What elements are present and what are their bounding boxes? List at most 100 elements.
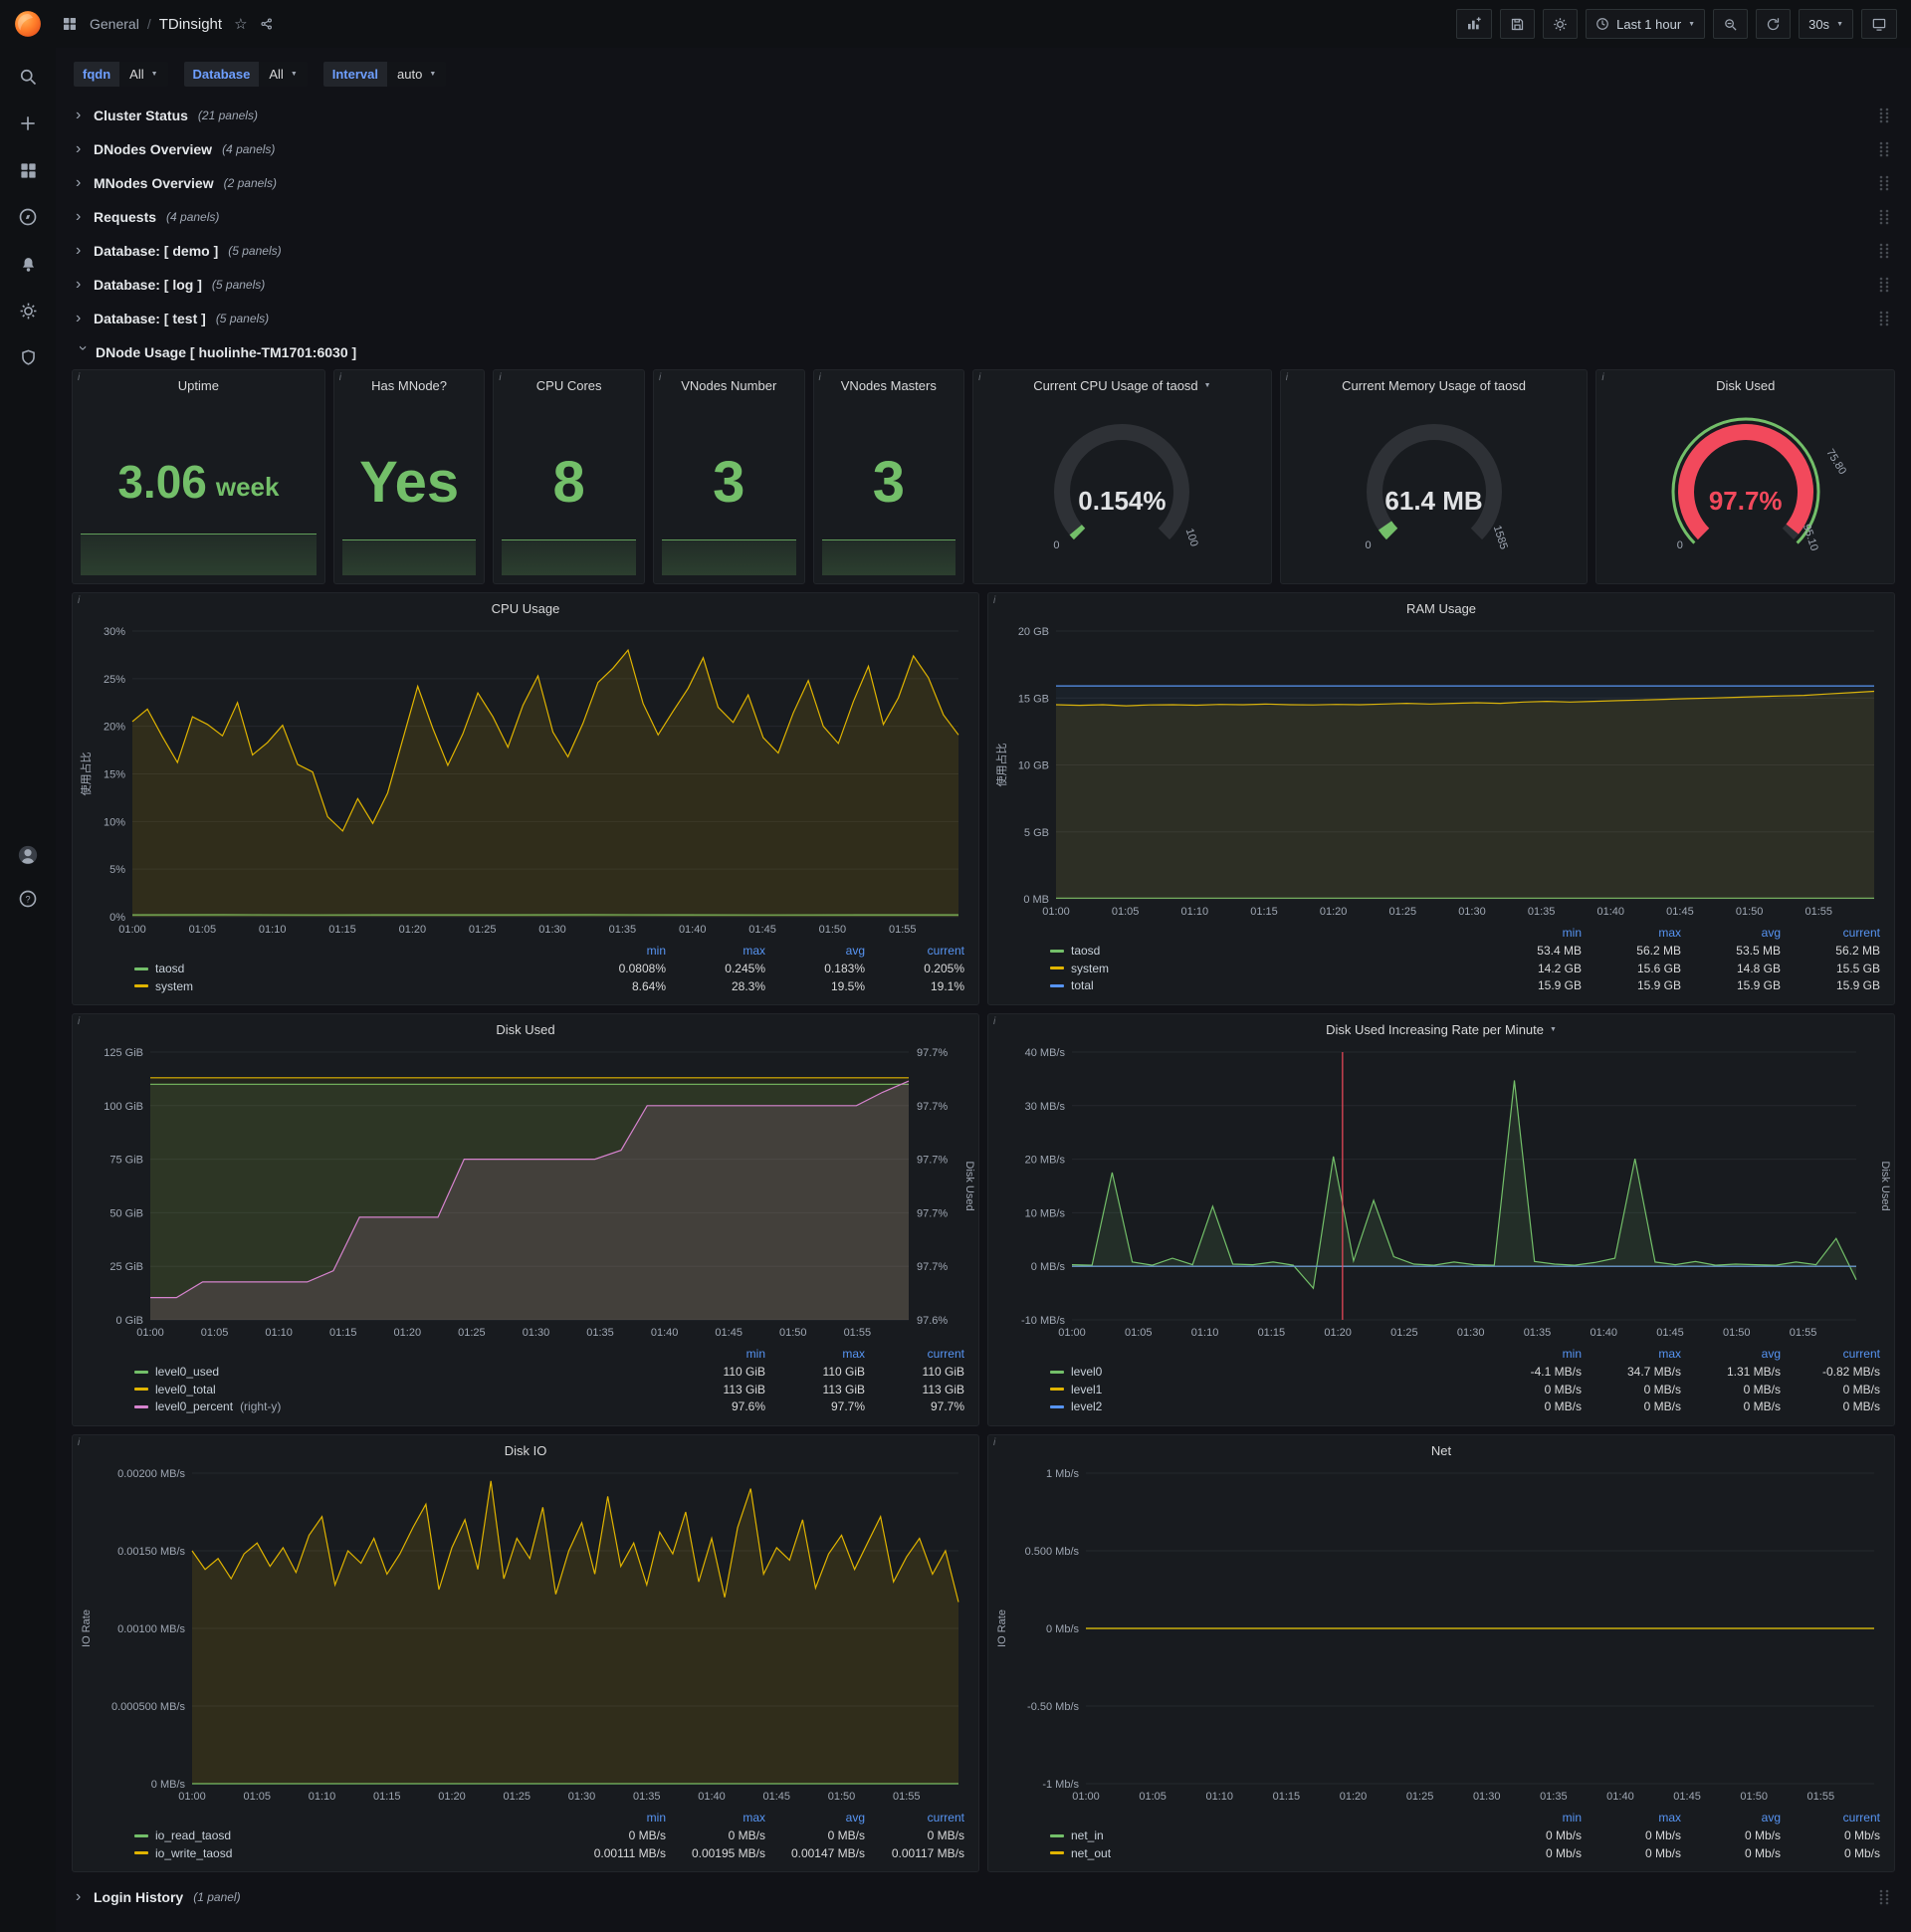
panel-info-icon[interactable]: i — [993, 595, 995, 606]
chart-plot[interactable]: -1 Mb/s -0.50 Mb/s 0 Mb/s 0.500 Mb/s 1 Mb/s 0… — [992, 1465, 1890, 1806]
help-icon[interactable]: ? — [17, 888, 39, 910]
breadcrumb-dashboard[interactable]: TDinsight — [159, 16, 222, 33]
legend-col-min[interactable]: min — [566, 943, 666, 960]
panel-header[interactable]: RAM Usage — [988, 593, 1894, 623]
legend-series-io-read-taosd[interactable]: io_read_taosd — [134, 1827, 566, 1844]
zoom-out-button[interactable] — [1713, 9, 1749, 39]
dashboard-row-mnodes-overview[interactable]: › MNodes Overview (2 panels) — [72, 166, 1895, 200]
panel-info-icon[interactable]: i — [659, 372, 661, 383]
variable-value-dropdown[interactable]: auto ▼ — [387, 62, 447, 87]
legend-series-level0-percent[interactable]: level0_percent (right-y) — [134, 1398, 666, 1415]
legend-col-min[interactable]: min — [1482, 1810, 1582, 1826]
panel-info-icon[interactable]: i — [1601, 372, 1603, 383]
variable-value-dropdown[interactable]: All ▼ — [119, 62, 168, 87]
legend-col-avg[interactable]: avg — [1681, 1810, 1781, 1826]
legend-col-current[interactable]: current — [1781, 1810, 1880, 1826]
panel-info-icon[interactable]: i — [1286, 372, 1288, 383]
panel-header[interactable]: Current CPU Usage of taosd ▼ — [973, 370, 1271, 400]
legend-col-current[interactable]: current — [865, 1810, 964, 1826]
row-drag-handle[interactable] — [1877, 106, 1891, 125]
legend-col-min[interactable]: min — [566, 1810, 666, 1826]
legend-series-level0-used[interactable]: level0_used — [134, 1364, 666, 1381]
panel-header[interactable]: VNodes Masters — [814, 370, 964, 400]
legend-col-avg[interactable]: avg — [1681, 1346, 1781, 1363]
panel-info-icon[interactable]: i — [78, 595, 80, 606]
legend-col-avg[interactable]: avg — [1681, 925, 1781, 942]
legend-col-min[interactable]: min — [1482, 925, 1582, 942]
star-icon[interactable]: ☆ — [234, 15, 247, 33]
row-drag-handle[interactable] — [1877, 173, 1891, 193]
legend-series-taosd[interactable]: taosd — [134, 961, 566, 977]
legend-series-system[interactable]: system — [134, 978, 566, 995]
panel-info-icon[interactable]: i — [499, 372, 501, 383]
row-drag-handle[interactable] — [1877, 241, 1891, 261]
create-plus-icon[interactable] — [17, 112, 39, 134]
panel-info-icon[interactable]: i — [978, 372, 980, 383]
panel-header[interactable]: CPU Usage — [73, 593, 978, 623]
legend-series-level2[interactable]: level2 — [1050, 1398, 1482, 1415]
panel-header[interactable]: Disk Used Increasing Rate per Minute ▼ — [988, 1014, 1894, 1044]
legend-series-net-out[interactable]: net_out — [1050, 1845, 1482, 1862]
legend-col-min[interactable]: min — [1482, 1346, 1582, 1363]
dashboard-row-dnodes-overview[interactable]: › DNodes Overview (4 panels) — [72, 132, 1895, 166]
grafana-logo[interactable] — [0, 0, 56, 48]
panel-header[interactable]: VNodes Number — [654, 370, 804, 400]
dashboard-row-database-demo[interactable]: › Database: [ demo ] (5 panels) — [72, 234, 1895, 268]
dashboard-settings-button[interactable] — [1543, 9, 1579, 39]
search-icon[interactable] — [17, 66, 39, 88]
legend-series-io-write-taosd[interactable]: io_write_taosd — [134, 1845, 566, 1862]
dashboards-grid-icon[interactable] — [62, 16, 78, 32]
row-drag-handle[interactable] — [1877, 309, 1891, 328]
dashboard-row-login-history[interactable]: › Login History (1 panel) — [72, 1880, 1895, 1914]
explore-compass-icon[interactable] — [17, 206, 39, 228]
legend-series-taosd[interactable]: taosd — [1050, 943, 1482, 960]
panel-info-icon[interactable]: i — [78, 1016, 80, 1027]
legend-series-level0[interactable]: level0 — [1050, 1364, 1482, 1381]
user-avatar[interactable] — [17, 844, 39, 866]
dashboard-row-database-log[interactable]: › Database: [ log ] (5 panels) — [72, 268, 1895, 302]
legend-col-current[interactable]: current — [865, 1346, 964, 1363]
panel-header[interactable]: Current Memory Usage of taosd — [1281, 370, 1588, 400]
legend-series-total[interactable]: total — [1050, 977, 1482, 994]
legend-col-max[interactable]: max — [666, 1810, 765, 1826]
dashboard-row-cluster-status[interactable]: › Cluster Status (21 panels) — [72, 99, 1895, 132]
row-drag-handle[interactable] — [1877, 139, 1891, 159]
chart-plot[interactable]: 0% 5% 10% 15% 20% 25% 30% 01:00 01:05 01:10 01:15 0… — [77, 623, 974, 939]
breadcrumb-folder[interactable]: General — [90, 16, 139, 32]
panel-info-icon[interactable]: i — [993, 1437, 995, 1448]
row-drag-handle[interactable] — [1877, 275, 1891, 295]
legend-series-level0-total[interactable]: level0_total — [134, 1382, 666, 1398]
panel-info-icon[interactable]: i — [993, 1016, 995, 1027]
legend-col-max[interactable]: max — [1582, 1810, 1681, 1826]
dashboard-row-requests[interactable]: › Requests (4 panels) — [72, 200, 1895, 234]
dashboard-row-dnode-usage[interactable]: › DNode Usage [ huolinhe-TM1701:6030 ] — [72, 335, 1895, 369]
panel-header[interactable]: CPU Cores — [494, 370, 644, 400]
chart-plot[interactable]: 0 GiB 25 GiB 50 GiB 75 GiB 100 GiB 125 GiB 97.… — [77, 1044, 974, 1342]
row-drag-handle[interactable] — [1877, 207, 1891, 227]
legend-series-net-in[interactable]: net_in — [1050, 1827, 1482, 1844]
dashboards-icon[interactable] — [17, 159, 39, 181]
legend-col-min[interactable]: min — [666, 1346, 765, 1363]
legend-col-current[interactable]: current — [1781, 1346, 1880, 1363]
variable-value-dropdown[interactable]: All ▼ — [259, 62, 308, 87]
share-icon[interactable] — [260, 17, 274, 31]
panel-header[interactable]: Uptime — [73, 370, 324, 400]
panel-header[interactable]: Disk Used — [1596, 370, 1894, 400]
time-range-picker[interactable]: Last 1 hour ▼ — [1586, 9, 1706, 39]
panel-info-icon[interactable]: i — [819, 372, 821, 383]
save-dashboard-button[interactable] — [1500, 9, 1536, 39]
panel-header[interactable]: Disk IO — [73, 1435, 978, 1465]
row-drag-handle[interactable] — [1877, 1887, 1891, 1907]
add-panel-button[interactable] — [1456, 9, 1493, 39]
refresh-button[interactable] — [1756, 9, 1792, 39]
legend-col-max[interactable]: max — [1582, 925, 1681, 942]
panel-info-icon[interactable]: i — [339, 372, 341, 383]
legend-col-avg[interactable]: avg — [765, 1810, 865, 1826]
legend-col-current[interactable]: current — [1781, 925, 1880, 942]
legend-col-avg[interactable]: avg — [765, 943, 865, 960]
chart-plot[interactable]: -10 MB/s 0 MB/s 10 MB/s 20 MB/s 30 MB/s 40 MB… — [992, 1044, 1890, 1342]
server-admin-shield-icon[interactable] — [17, 346, 39, 368]
legend-series-system[interactable]: system — [1050, 961, 1482, 977]
alerting-bell-icon[interactable] — [17, 253, 39, 275]
tv-mode-button[interactable] — [1861, 9, 1897, 39]
